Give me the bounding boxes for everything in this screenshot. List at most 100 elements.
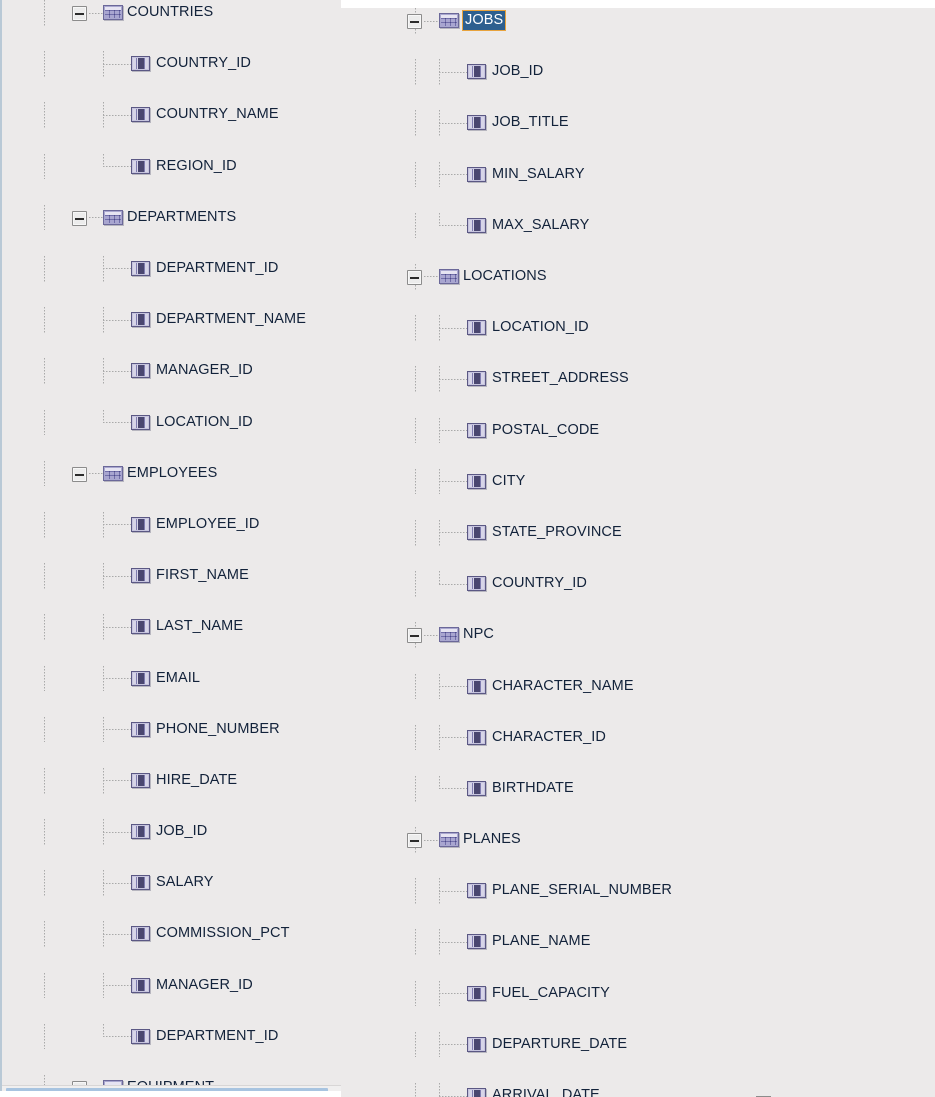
tree-node-label[interactable]: COUNTRY_ID	[491, 574, 588, 593]
tree-node-column[interactable]: ARRIVAL_DATE	[341, 1083, 935, 1097]
tree-node-table[interactable]: EMPLOYEES	[0, 460, 341, 487]
tree-node-label[interactable]: POSTAL_CODE	[491, 421, 600, 440]
tree-node-column[interactable]: COUNTRY_NAME	[0, 102, 341, 128]
tree-node-column[interactable]: HIRE_DATE	[0, 767, 341, 794]
horizontal-scrollbar-thumb[interactable]	[6, 1088, 328, 1091]
tree-node-label[interactable]: LOCATION_ID	[155, 413, 254, 432]
tree-node-column[interactable]: CITY	[341, 468, 935, 495]
tree-node-label[interactable]: SALARY	[155, 873, 215, 892]
tree-node-column[interactable]: COUNTRY_ID	[341, 571, 935, 597]
tree-node-table[interactable]: NPC	[341, 622, 935, 648]
tree-node-column[interactable]: POSTAL_CODE	[341, 417, 935, 444]
tree-node-label[interactable]: STATE_PROVINCE	[491, 523, 623, 542]
tree-node-label[interactable]: CITY	[491, 472, 526, 491]
tree-node-column[interactable]: BIRTHDATE	[341, 775, 935, 802]
tree-node-label[interactable]: REGION_ID	[155, 157, 238, 176]
tree-node-label[interactable]: LOCATIONS	[462, 267, 548, 286]
tree-node-label[interactable]: BIRTHDATE	[491, 779, 575, 798]
tree-node-column[interactable]: MANAGER_ID	[0, 972, 341, 999]
tree-guide-line	[103, 1023, 104, 1037]
tree-node-label[interactable]: ARRIVAL_DATE	[491, 1086, 601, 1097]
tree-node-column[interactable]: PLANE_SERIAL_NUMBER	[341, 878, 935, 904]
tree-node-label[interactable]: DEPARTMENT_NAME	[155, 310, 307, 329]
tree-node-column[interactable]: PLANE_NAME	[341, 929, 935, 956]
tree-node-column[interactable]: STREET_ADDRESS	[341, 366, 935, 392]
horizontal-scrollbar[interactable]	[2, 1085, 341, 1091]
tree-node-label[interactable]: PLANES	[462, 830, 522, 849]
tree-node-label[interactable]: FUEL_CAPACITY	[491, 984, 611, 1003]
tree-node-column[interactable]: LOCATION_ID	[0, 409, 341, 436]
tree-node-label[interactable]: COUNTRY_ID	[155, 54, 252, 73]
tree-node-label-selected[interactable]: JOBS	[462, 10, 507, 31]
tree-node-label[interactable]: JOB_TITLE	[491, 113, 570, 132]
tree-node-column[interactable]: EMPLOYEE_ID	[0, 511, 341, 538]
tree-node-column[interactable]: COUNTRY_ID	[0, 51, 341, 77]
collapse-toggle-icon[interactable]	[72, 466, 87, 482]
tree-node-label[interactable]: PLANE_SERIAL_NUMBER	[491, 881, 673, 900]
tree-node-table[interactable]: COUNTRIES	[0, 0, 341, 26]
tree-node-table[interactable]: JOBS	[341, 8, 935, 34]
tree-node-table[interactable]: DEPARTMENTS	[0, 204, 341, 231]
collapse-toggle-icon[interactable]	[72, 6, 87, 21]
collapse-toggle-icon[interactable]	[407, 628, 422, 644]
tree-node-column[interactable]: STATE_PROVINCE	[341, 519, 935, 546]
column-icon	[467, 780, 486, 796]
tree-node-column[interactable]: JOB_ID	[0, 819, 341, 845]
tree-node-label[interactable]: NPC	[462, 625, 495, 644]
tree-node-label[interactable]: COUNTRIES	[126, 3, 214, 22]
left-schema-tree-panel[interactable]: COUNTRIES COUNTRY_ID COUNTRY_NAME REGION_ID…	[0, 0, 341, 1091]
tree-node-column[interactable]: FUEL_CAPACITY	[341, 980, 935, 1007]
tree-node-column[interactable]: MAX_SALARY	[341, 212, 935, 239]
tree-node-label[interactable]: FIRST_NAME	[155, 566, 250, 585]
tree-node-label[interactable]: DEPARTURE_DATE	[491, 1035, 628, 1054]
tree-node-label[interactable]: MANAGER_ID	[155, 361, 254, 380]
tree-node-column[interactable]: PHONE_NUMBER	[0, 716, 341, 743]
tree-node-label[interactable]: EMAIL	[155, 669, 201, 688]
right-schema-tree-panel[interactable]: JOBS JOB_ID JOB_TITLE MIN_SALARY MAX_SALARY L…	[341, 8, 935, 1097]
tree-node-table[interactable]: PLANES	[341, 827, 935, 853]
tree-node-label[interactable]: EMPLOYEE_ID	[155, 515, 260, 534]
tree-node-column[interactable]: DEPARTURE_DATE	[341, 1031, 935, 1058]
tree-node-column[interactable]: LOCATION_ID	[341, 315, 935, 341]
tree-node-column[interactable]: MIN_SALARY	[341, 161, 935, 188]
tree-node-label[interactable]: JOB_ID	[155, 822, 208, 841]
collapse-toggle-icon[interactable]	[407, 833, 422, 849]
tree-node-label[interactable]: MIN_SALARY	[491, 165, 586, 184]
tree-node-column[interactable]: MANAGER_ID	[0, 358, 341, 384]
tree-node-column[interactable]: REGION_ID	[0, 153, 341, 180]
tree-node-column[interactable]: DEPARTMENT_NAME	[0, 307, 341, 333]
tree-node-label[interactable]: LAST_NAME	[155, 617, 244, 636]
tree-node-label[interactable]: DEPARTMENT_ID	[155, 1027, 279, 1046]
tree-node-table[interactable]: LOCATIONS	[341, 263, 935, 290]
tree-node-label[interactable]: EMPLOYEES	[126, 464, 218, 483]
tree-node-column[interactable]: EMAIL	[0, 665, 341, 692]
tree-node-label[interactable]: MANAGER_ID	[155, 976, 254, 995]
tree-node-label[interactable]: DEPARTMENT_ID	[155, 259, 279, 278]
tree-node-label[interactable]: LOCATION_ID	[491, 318, 590, 337]
tree-node-label[interactable]: DEPARTMENTS	[126, 208, 237, 227]
tree-node-column[interactable]: DEPARTMENT_ID	[0, 1023, 341, 1050]
collapse-toggle-icon[interactable]	[407, 269, 422, 285]
tree-node-label[interactable]: CHARACTER_NAME	[491, 677, 635, 696]
tree-guide-line	[415, 980, 416, 1007]
tree-node-label[interactable]: COUNTRY_NAME	[155, 105, 280, 124]
tree-node-label[interactable]: STREET_ADDRESS	[491, 369, 630, 388]
collapse-toggle-icon[interactable]	[407, 14, 422, 29]
collapse-toggle-icon[interactable]	[72, 210, 87, 226]
tree-node-label[interactable]: PLANE_NAME	[491, 932, 592, 951]
tree-node-column[interactable]: JOB_ID	[341, 59, 935, 85]
tree-node-label[interactable]: HIRE_DATE	[155, 771, 238, 790]
tree-node-label[interactable]: JOB_ID	[491, 62, 544, 81]
tree-node-column[interactable]: COMMISSION_PCT	[0, 921, 341, 948]
tree-node-column[interactable]: LAST_NAME	[0, 614, 341, 640]
tree-node-column[interactable]: CHARACTER_ID	[341, 724, 935, 751]
tree-node-label[interactable]: CHARACTER_ID	[491, 728, 607, 747]
tree-node-column[interactable]: JOB_TITLE	[341, 110, 935, 136]
tree-node-column[interactable]: SALARY	[0, 870, 341, 896]
tree-node-label[interactable]: COMMISSION_PCT	[155, 924, 291, 943]
tree-node-column[interactable]: DEPARTMENT_ID	[0, 255, 341, 282]
tree-node-column[interactable]: CHARACTER_NAME	[341, 673, 935, 700]
tree-node-column[interactable]: FIRST_NAME	[0, 563, 341, 589]
tree-node-label[interactable]: MAX_SALARY	[491, 216, 590, 235]
tree-node-label[interactable]: PHONE_NUMBER	[155, 720, 281, 739]
